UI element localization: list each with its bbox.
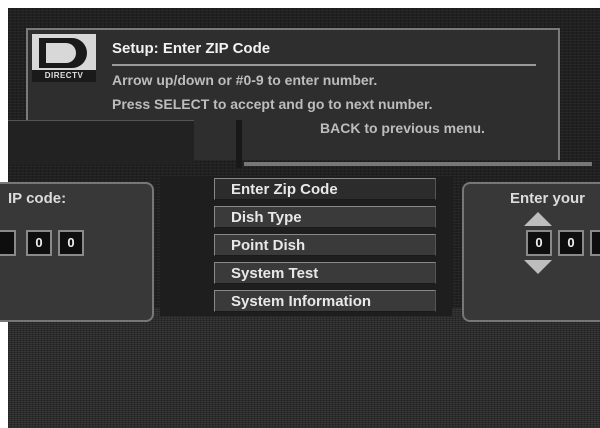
instruction-line-1: Arrow up/down or #0-9 to enter number. xyxy=(112,72,378,88)
directv-logo: DIRECTV xyxy=(32,34,96,82)
right-zip-digit-3[interactable] xyxy=(590,230,600,256)
menu-item-system-test[interactable]: System Test xyxy=(214,262,436,284)
header-left-block xyxy=(8,120,194,165)
logo-d-cutout xyxy=(46,43,76,63)
right-zip-label: Enter your xyxy=(510,190,586,207)
menu-item-enter-zip-code[interactable]: Enter Zip Code xyxy=(214,178,436,200)
instruction-line-2: Press SELECT to accept and go to next nu… xyxy=(112,96,433,112)
instruction-line-3: BACK to previous menu. xyxy=(320,120,485,136)
left-zip-label: IP code: xyxy=(8,190,67,207)
left-zip-digit-2[interactable]: 0 xyxy=(26,230,52,256)
arrow-up-icon[interactable] xyxy=(524,212,552,226)
left-zip-digit-3[interactable]: 0 xyxy=(58,230,84,256)
menu-item-dish-type[interactable]: Dish Type xyxy=(214,206,436,228)
page-title: Setup: Enter ZIP Code xyxy=(112,40,271,57)
right-zip-digit-2[interactable]: 0 xyxy=(558,230,584,256)
logo-brand-text: DIRECTV xyxy=(32,70,96,82)
menu-item-system-information[interactable]: System Information xyxy=(214,290,436,312)
title-divider xyxy=(112,64,536,66)
arrow-down-icon[interactable] xyxy=(524,260,552,274)
header-separator xyxy=(236,120,242,168)
left-zip-digit-1[interactable] xyxy=(0,230,16,256)
right-zip-digit-1[interactable]: 0 xyxy=(526,230,552,256)
menu-item-point-dish[interactable]: Point Dish xyxy=(214,234,436,256)
header-right-base xyxy=(244,162,592,166)
background-noise xyxy=(8,308,600,428)
